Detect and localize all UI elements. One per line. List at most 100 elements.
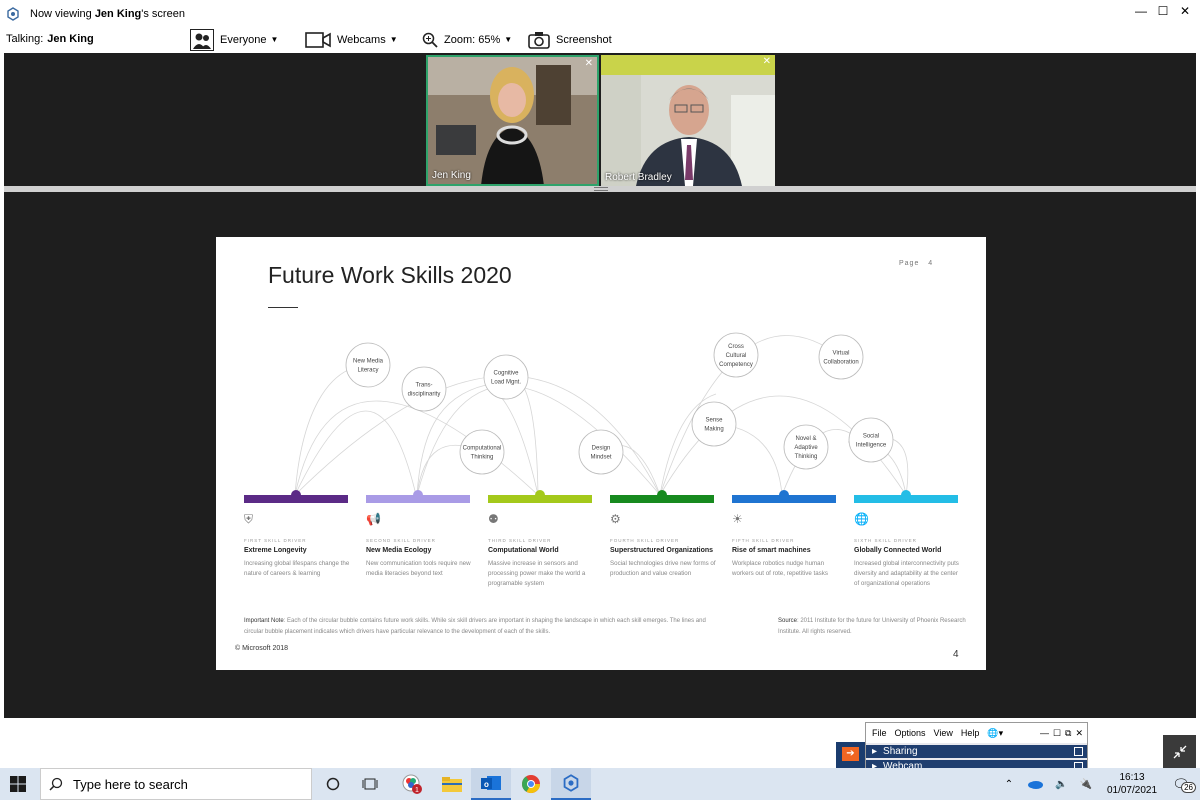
menu-file[interactable]: File [872, 728, 887, 738]
exit-fullscreen-button[interactable] [1163, 735, 1196, 769]
task-view-cortana[interactable] [313, 768, 353, 800]
popout-icon[interactable]: ⧉ [1065, 728, 1071, 739]
row-label: Sharing [883, 746, 918, 757]
restore-icon[interactable]: ☐ [1053, 728, 1061, 739]
taskbar-outlook[interactable]: o [471, 768, 511, 800]
webcams-dropdown[interactable]: Webcams ▼ [305, 27, 398, 52]
source-text: : 2011 Institute for the future for Univ… [778, 618, 966, 635]
task-view[interactable] [350, 768, 390, 800]
zoom-label: Zoom: 65% [444, 33, 501, 46]
zoom-dropdown[interactable]: Zoom: 65% ▼ [422, 27, 512, 52]
bubble-circle [483, 354, 529, 400]
skill-driver: ⚉ THIRD SKILL DRIVER Computational World Ma… [488, 512, 598, 589]
screenshot-label: Screenshot [556, 33, 612, 46]
bubble-circle [818, 334, 864, 380]
collapse-icon [1173, 745, 1186, 759]
minimize-icon[interactable]: — [1134, 4, 1148, 18]
close-webcam-icon[interactable]: ✕ [585, 58, 593, 69]
shield-icon: ⛨ [244, 512, 254, 526]
webcam-tile-jen[interactable]: ✕ Jen King [426, 55, 599, 186]
close-icon[interactable]: ✕ [1178, 4, 1192, 18]
maximize-icon[interactable]: ☐ [1156, 4, 1170, 18]
chevron-up-icon[interactable]: ⌃ [1005, 779, 1013, 790]
driver-description: Social technologies drive new forms of p… [610, 560, 716, 577]
window-controls: — ☐ ✕ [1134, 4, 1192, 18]
connector-line [294, 410, 417, 496]
people-icon [190, 28, 214, 51]
driver-description: New communication tools require new medi… [366, 560, 471, 577]
megaphone-icon: 📢 [366, 512, 381, 526]
taskbar-teams[interactable]: 1 [392, 768, 432, 800]
driver-dot [657, 490, 667, 500]
camera-icon [305, 31, 331, 48]
bubble-label: Making [704, 427, 723, 433]
panel-toggle-tab[interactable]: ➔ [836, 742, 865, 768]
skill-driver: 📢 SECOND SKILL DRIVER New Media Ecology New… [366, 512, 476, 579]
important-note: Important Note: Each of the circular bub… [244, 616, 724, 638]
bubble-label: Virtual [833, 351, 850, 357]
webcam-tile-robert[interactable]: ✕ Robert Bradley [601, 55, 775, 186]
bubble-circle [345, 342, 391, 388]
search-icon [49, 777, 63, 791]
menu-help[interactable]: Help [961, 728, 980, 738]
driver-ordinal: FIRST SKILL DRIVER [244, 538, 307, 543]
bubble-label: Load Mgnt. [491, 380, 521, 386]
chrome-icon [522, 775, 540, 794]
bubble-label: Competency [719, 362, 753, 368]
network-icon[interactable]: 🔌 [1080, 779, 1092, 790]
screenshot-button[interactable]: Screenshot [528, 27, 612, 52]
globe-icon: 🌐 [854, 512, 869, 526]
driver-title: Rise of smart machines [732, 547, 811, 554]
bubble-label: Design [592, 446, 611, 452]
bubble-label: Sense [705, 418, 723, 424]
bubble-label: Cognitive [493, 371, 519, 377]
driver-bars [244, 490, 958, 503]
menu-view[interactable]: View [934, 728, 953, 738]
webcam-strip: ✕ Jen King ✕ Robert Bradley [4, 53, 1196, 186]
taskbar-search[interactable]: Type here to search [40, 768, 312, 800]
panel-row-sharing[interactable]: ▸ Sharing [866, 745, 1087, 758]
skill-driver: ⛨ FIRST SKILL DRIVER Extreme Longevity Incr… [244, 512, 354, 579]
app-logo-icon [563, 774, 579, 792]
close-webcam-icon[interactable]: ✕ [763, 56, 771, 67]
onedrive-icon[interactable] [1027, 779, 1044, 789]
search-placeholder: Type here to search [73, 776, 188, 792]
notification-count: 26 [1181, 781, 1196, 793]
minimize-icon[interactable]: — [1040, 728, 1049, 739]
note-label: Important Note [244, 618, 284, 624]
globe-menu-icon[interactable]: 🌐▾ [987, 728, 1003, 739]
bubble-label: Intelligence [856, 443, 887, 449]
app-logo-icon [7, 6, 19, 21]
bubble-circle [459, 429, 505, 475]
clock[interactable]: 16:13 01/07/2021 [1102, 771, 1162, 797]
driver-dot [535, 490, 545, 500]
panel-menu: File Options View Help 🌐▾ — ☐ ⧉ ✕ [866, 723, 1087, 743]
chevron-down-icon: ▼ [270, 35, 279, 44]
title-presenter: Jen King [94, 7, 142, 20]
detach-icon[interactable] [1074, 747, 1083, 756]
splitter-handle[interactable] [4, 186, 1196, 192]
driver-description: Workplace robotics nudge human workers o… [732, 560, 828, 577]
audience-label: Everyone [220, 33, 267, 46]
skill-bubble: Social Intelligence [848, 417, 894, 463]
close-icon[interactable]: ✕ [1075, 728, 1083, 739]
windows-start-icon[interactable] [10, 776, 26, 792]
talking-label: Talking: [6, 33, 44, 45]
volume-icon[interactable]: 🔈 [1055, 779, 1067, 790]
taskbar-screen-viewer[interactable] [551, 768, 591, 800]
driver-ordinal: SIXTH SKILL DRIVER [854, 538, 917, 543]
presentation-slide: Future Work Skills 2020 Page 4 New Media… [216, 237, 986, 670]
notifications-button[interactable]: 🗨26 [1162, 776, 1200, 793]
taskbar-chrome[interactable] [511, 768, 551, 800]
taskbar-file-explorer[interactable] [432, 768, 472, 800]
viewer-toolbar: Talking: Jen King Everyone ▼ Webcams ▼ Zoom… [0, 27, 1200, 52]
audience-dropdown[interactable]: Everyone ▼ [190, 27, 278, 52]
bubble-label: Cultural [726, 353, 747, 359]
talking-indicator: Talking: Jen King [6, 33, 94, 45]
menu-options[interactable]: Options [895, 728, 926, 738]
skill-bubble: Novel & Adaptive Thinking [783, 424, 829, 470]
bubble-circle [401, 366, 447, 412]
driver-description: Massive increase in sensors and processi… [488, 560, 586, 587]
system-tray: ⌃ 🔈 🔌 16:13 01/07/2021 🗨26 [1005, 768, 1200, 800]
driver-title: Superstructured Organizations [610, 547, 714, 554]
